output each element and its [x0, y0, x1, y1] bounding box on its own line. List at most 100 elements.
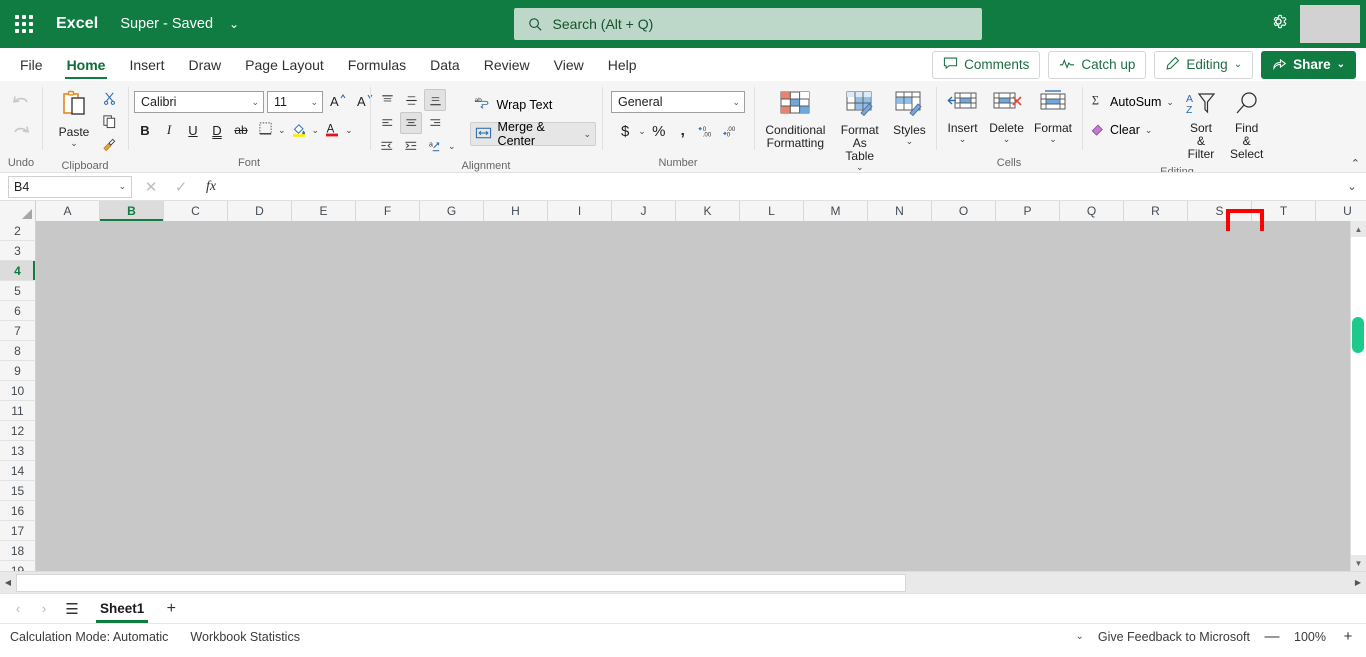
- column-header-r[interactable]: R: [1124, 201, 1188, 221]
- currency-button[interactable]: $: [614, 120, 636, 142]
- row-header-4[interactable]: 4: [0, 261, 36, 281]
- format-painter-button[interactable]: [98, 135, 120, 157]
- align-middle-button[interactable]: [400, 89, 422, 111]
- chevron-down-icon[interactable]: ⌄: [229, 17, 239, 31]
- undo-button[interactable]: [4, 89, 38, 119]
- column-header-d[interactable]: D: [228, 201, 292, 221]
- previous-sheet-button[interactable]: ‹: [6, 596, 30, 622]
- format-cells-button[interactable]: Format ⌄: [1030, 87, 1076, 146]
- redo-button[interactable]: [4, 119, 38, 149]
- row-header-18[interactable]: 18: [0, 541, 36, 561]
- column-header-p[interactable]: P: [996, 201, 1060, 221]
- cancel-entry-button[interactable]: ✕: [142, 177, 160, 197]
- delete-cells-button[interactable]: Delete ⌄: [985, 87, 1028, 146]
- percent-button[interactable]: %: [648, 120, 670, 142]
- row-header-8[interactable]: 8: [0, 341, 36, 361]
- align-bottom-button[interactable]: [424, 89, 446, 111]
- autosum-button[interactable]: Σ AutoSum ⌄: [1088, 91, 1176, 113]
- workbook-statistics-button[interactable]: Workbook Statistics: [190, 630, 300, 644]
- increase-font-size-button[interactable]: A: [326, 91, 350, 113]
- column-header-f[interactable]: F: [356, 201, 420, 221]
- column-header-t[interactable]: T: [1252, 201, 1316, 221]
- tab-formulas[interactable]: Formulas: [336, 48, 418, 81]
- calculation-mode-status[interactable]: Calculation Mode: Automatic: [10, 630, 168, 644]
- column-header-g[interactable]: G: [420, 201, 484, 221]
- settings-button[interactable]: [1256, 0, 1300, 48]
- column-header-o[interactable]: O: [932, 201, 996, 221]
- strikethrough-button[interactable]: ab: [230, 119, 252, 141]
- app-name[interactable]: Excel: [56, 15, 98, 33]
- cut-button[interactable]: [98, 89, 120, 111]
- column-header-c[interactable]: C: [164, 201, 228, 221]
- sort-filter-button[interactable]: A Z Sort & Filter: [1182, 89, 1220, 163]
- tab-draw[interactable]: Draw: [176, 48, 233, 81]
- vertical-scroll-thumb[interactable]: [1352, 317, 1364, 353]
- chevron-down-icon[interactable]: ⌄: [345, 125, 353, 135]
- search-input[interactable]: Search (Alt + Q): [513, 8, 982, 40]
- increase-indent-button[interactable]: [400, 135, 422, 157]
- chevron-down-icon[interactable]: ⌄: [448, 141, 456, 151]
- insert-function-button[interactable]: fx: [202, 177, 220, 197]
- column-header-e[interactable]: E: [292, 201, 356, 221]
- horizontal-scroll-thumb[interactable]: [16, 573, 906, 592]
- align-left-button[interactable]: [376, 112, 398, 134]
- sheet-tab-sheet1[interactable]: Sheet1: [88, 595, 156, 623]
- row-header-10[interactable]: 10: [0, 381, 36, 401]
- feedback-button[interactable]: Give Feedback to Microsoft: [1098, 630, 1250, 644]
- scroll-right-button[interactable]: ▶: [1350, 574, 1366, 592]
- align-top-button[interactable]: [376, 89, 398, 111]
- row-header-13[interactable]: 13: [0, 441, 36, 461]
- orientation-button[interactable]: a: [424, 135, 446, 157]
- row-header-17[interactable]: 17: [0, 521, 36, 541]
- font-color-button[interactable]: A: [321, 119, 343, 141]
- clear-button[interactable]: Clear ⌄: [1088, 119, 1176, 141]
- row-header-11[interactable]: 11: [0, 401, 36, 421]
- share-button[interactable]: Share ⌄: [1261, 50, 1356, 79]
- comments-button[interactable]: Comments: [932, 50, 1041, 79]
- all-sheets-button[interactable]: ☰: [58, 596, 86, 622]
- editing-mode-button[interactable]: Editing ⌄: [1154, 50, 1254, 79]
- comma-style-button[interactable]: ‚: [672, 120, 694, 142]
- row-header-2[interactable]: 2: [0, 221, 36, 241]
- zoom-level[interactable]: 100%: [1294, 630, 1326, 644]
- number-format-select[interactable]: General ⌄: [611, 91, 745, 113]
- column-header-n[interactable]: N: [868, 201, 932, 221]
- tab-file[interactable]: File: [8, 48, 55, 81]
- expand-formula-bar-button[interactable]: ⌄: [1342, 180, 1362, 193]
- insert-cells-button[interactable]: Insert ⌄: [942, 87, 983, 146]
- italic-button[interactable]: I: [158, 119, 180, 141]
- tab-help[interactable]: Help: [596, 48, 649, 81]
- borders-button[interactable]: [254, 119, 276, 141]
- wrap-text-button[interactable]: ab Wrap Text: [470, 93, 596, 116]
- tab-home[interactable]: Home: [55, 48, 118, 81]
- tab-data[interactable]: Data: [418, 48, 472, 81]
- font-name-input[interactable]: Calibri ⌄: [134, 91, 264, 113]
- vertical-scrollbar[interactable]: ▲ ▼: [1350, 221, 1366, 571]
- document-title[interactable]: Super - Saved: [120, 16, 213, 32]
- horizontal-scroll-track[interactable]: [16, 573, 1350, 592]
- app-launcher-button[interactable]: [0, 0, 48, 48]
- scroll-up-button[interactable]: ▲: [1351, 221, 1366, 237]
- catch-up-button[interactable]: Catch up: [1048, 50, 1147, 79]
- column-header-j[interactable]: J: [612, 201, 676, 221]
- row-header-3[interactable]: 3: [0, 241, 36, 261]
- chevron-down-icon[interactable]: ⌄: [278, 125, 286, 135]
- format-as-table-button[interactable]: Format As Table ⌄: [833, 87, 887, 172]
- column-header-l[interactable]: L: [740, 201, 804, 221]
- chevron-down-icon[interactable]: ⌄: [638, 126, 646, 136]
- decrease-indent-button[interactable]: [376, 135, 398, 157]
- conditional-formatting-button[interactable]: Conditional Formatting: [760, 87, 831, 152]
- cell-styles-button[interactable]: Styles ⌄: [889, 87, 930, 148]
- scroll-left-button[interactable]: ◀: [0, 574, 16, 592]
- zoom-in-button[interactable]: +: [1340, 628, 1356, 645]
- merge-center-button[interactable]: Merge & Center ⌄: [469, 120, 596, 148]
- tab-page-layout[interactable]: Page Layout: [233, 48, 336, 81]
- row-header-14[interactable]: 14: [0, 461, 36, 481]
- tab-view[interactable]: View: [542, 48, 596, 81]
- decrease-decimal-button[interactable]: .00 0: [720, 120, 742, 142]
- font-size-input[interactable]: 11 ⌄: [267, 91, 323, 113]
- underline-button[interactable]: U: [182, 119, 204, 141]
- confirm-entry-button[interactable]: ✓: [172, 177, 190, 197]
- tab-review[interactable]: Review: [472, 48, 542, 81]
- column-header-k[interactable]: K: [676, 201, 740, 221]
